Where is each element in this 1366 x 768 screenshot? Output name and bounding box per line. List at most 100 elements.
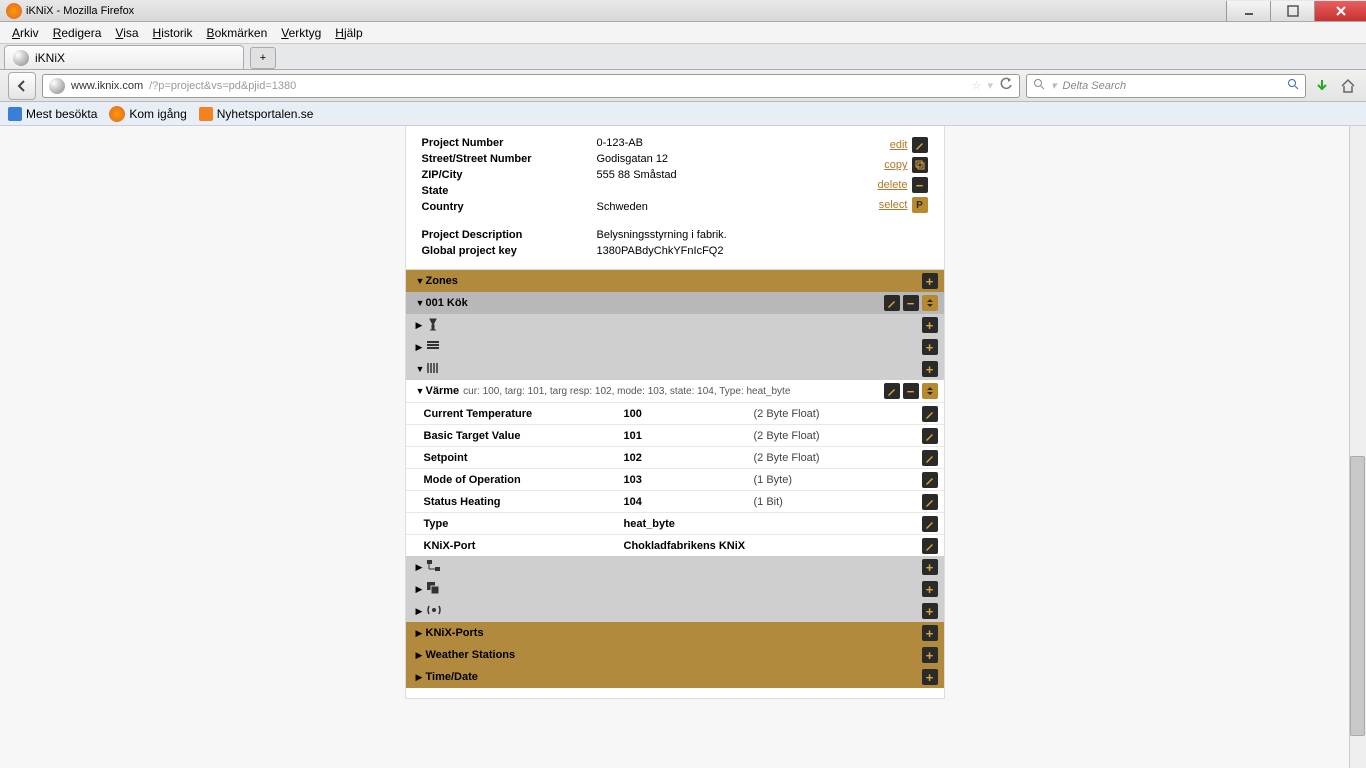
device-blinds-row[interactable]: ▶ +: [406, 336, 944, 358]
page-viewport: Project Number0-123-AB Street/Street Num…: [0, 126, 1349, 768]
caret-down-icon: ▼: [416, 386, 426, 396]
caret-down-icon: ▼: [416, 276, 426, 286]
delete-zone-button[interactable]: −: [903, 295, 919, 311]
navigation-toolbar: www.iknix.com /?p=project&vs=pd&pjid=1380…: [0, 70, 1366, 102]
firefox-icon: [6, 3, 22, 19]
reload-icon[interactable]: [999, 77, 1013, 94]
downloads-icon[interactable]: [1312, 76, 1332, 96]
menu-redigera[interactable]: Redigera: [47, 24, 108, 42]
varme-header[interactable]: ▼ Värmecur: 100, targ: 101, targ resp: 1…: [406, 380, 944, 402]
url-host: www.iknix.com: [71, 80, 143, 92]
close-button[interactable]: [1314, 1, 1366, 21]
bookmark-kom-igang[interactable]: Kom igång: [109, 106, 186, 122]
menu-bokmarken[interactable]: Bokmärken: [201, 24, 274, 42]
bookmark-mest-besokta[interactable]: Mest besökta: [8, 107, 97, 121]
delete-link[interactable]: delete: [878, 179, 908, 191]
edit-zone-button[interactable]: [884, 295, 900, 311]
edit-icon[interactable]: [912, 137, 928, 153]
add-button[interactable]: +: [922, 669, 938, 685]
add-zone-button[interactable]: +: [922, 273, 938, 289]
add-button[interactable]: +: [922, 603, 938, 619]
copy-icon[interactable]: [912, 157, 928, 173]
param-row: Setpoint102(2 Byte Float): [406, 446, 944, 468]
scrollbar-thumb[interactable]: [1350, 456, 1365, 736]
reorder-varme-button[interactable]: [922, 383, 938, 399]
copy-link[interactable]: copy: [884, 159, 907, 171]
new-tab-button[interactable]: +: [250, 47, 276, 69]
varme-params: Current Temperature100(2 Byte Float) Bas…: [406, 402, 944, 556]
param-row: Basic Target Value101(2 Byte Float): [406, 424, 944, 446]
search-go-icon[interactable]: [1287, 78, 1299, 93]
value-project-number: 0-123-AB: [597, 137, 643, 149]
caret-right-icon: ▶: [416, 672, 426, 683]
caret-right-icon: ▶: [416, 584, 426, 595]
select-icon[interactable]: P: [912, 197, 928, 213]
timedate-title: Time/Date: [426, 671, 922, 683]
add-button[interactable]: +: [922, 559, 938, 575]
add-button[interactable]: +: [922, 581, 938, 597]
device-lamp-row[interactable]: ▶ +: [406, 314, 944, 336]
zones-header[interactable]: ▼ Zones +: [406, 270, 944, 292]
blinds-icon: [426, 340, 442, 354]
device-wireless-row[interactable]: ▶ +: [406, 600, 944, 622]
menu-verktyg[interactable]: Verktyg: [275, 24, 327, 42]
param-row: Status Heating104(1 Bit): [406, 490, 944, 512]
reorder-zone-button[interactable]: [922, 295, 938, 311]
edit-param-button[interactable]: [922, 538, 938, 554]
tab-iknix[interactable]: iKNiX: [4, 45, 244, 69]
edit-param-button[interactable]: [922, 450, 938, 466]
param-row: Current Temperature100(2 Byte Float): [406, 402, 944, 424]
project-info: Project Number0-123-AB Street/Street Num…: [406, 135, 944, 269]
vertical-scrollbar[interactable]: [1349, 126, 1366, 768]
home-icon[interactable]: [1338, 76, 1358, 96]
minimize-button[interactable]: [1226, 1, 1270, 21]
caret-right-icon: ▶: [416, 650, 426, 661]
knixports-header[interactable]: ▶ KNiX-Ports +: [406, 622, 944, 644]
edit-param-button[interactable]: [922, 516, 938, 532]
edit-param-button[interactable]: [922, 494, 938, 510]
timedate-header[interactable]: ▶ Time/Date +: [406, 666, 944, 688]
add-button[interactable]: +: [922, 625, 938, 641]
label-country: Country: [422, 201, 597, 213]
caret-right-icon: ▶: [416, 562, 426, 573]
address-bar[interactable]: www.iknix.com /?p=project&vs=pd&pjid=1380…: [42, 74, 1020, 98]
value-project-key: 1380PABdyChkYFnIcFQ2: [597, 245, 724, 257]
label-project-number: Project Number: [422, 137, 597, 149]
varme-meta: cur: 100, targ: 101, targ resp: 102, mod…: [463, 386, 790, 397]
search-box[interactable]: ▾ Delta Search: [1026, 74, 1306, 98]
rss-icon: [199, 107, 213, 121]
edit-param-button[interactable]: [922, 406, 938, 422]
bookmark-star-icon[interactable]: ☆: [972, 79, 982, 92]
project-panel: Project Number0-123-AB Street/Street Num…: [405, 126, 945, 699]
add-button[interactable]: +: [922, 339, 938, 355]
weather-header[interactable]: ▶ Weather Stations +: [406, 644, 944, 666]
zone-001-header[interactable]: ▼ 001 Kök −: [406, 292, 944, 314]
menu-visa[interactable]: Visa: [109, 24, 144, 42]
menu-arkiv[interactable]: Arkiv: [6, 24, 45, 42]
label-state: State: [422, 185, 597, 197]
menu-historik[interactable]: Historik: [147, 24, 199, 42]
add-button[interactable]: +: [922, 647, 938, 663]
maximize-button[interactable]: [1270, 1, 1314, 21]
delete-varme-button[interactable]: −: [903, 383, 919, 399]
edit-param-button[interactable]: [922, 472, 938, 488]
bookmark-nyhetsportalen[interactable]: Nyhetsportalen.se: [199, 107, 314, 121]
zone-001-title: 001 Kök: [426, 297, 884, 309]
select-link[interactable]: select: [879, 199, 908, 211]
device-network-row[interactable]: ▶ +: [406, 556, 944, 578]
caret-down-icon: ▼: [416, 298, 426, 308]
label-project-desc: Project Description: [422, 229, 597, 241]
delete-icon[interactable]: −: [912, 177, 928, 193]
back-button[interactable]: [8, 72, 36, 100]
add-button[interactable]: +: [922, 361, 938, 377]
url-path: /?p=project&vs=pd&pjid=1380: [149, 80, 296, 92]
device-radiator-row[interactable]: ▼ +: [406, 358, 944, 380]
edit-param-button[interactable]: [922, 428, 938, 444]
edit-varme-button[interactable]: [884, 383, 900, 399]
menu-hjalp[interactable]: Hjälp: [329, 24, 368, 42]
device-scene-row[interactable]: ▶ +: [406, 578, 944, 600]
search-placeholder: Delta Search: [1063, 80, 1127, 92]
add-button[interactable]: +: [922, 317, 938, 333]
value-country: Schweden: [597, 201, 648, 213]
edit-link[interactable]: edit: [890, 139, 908, 151]
